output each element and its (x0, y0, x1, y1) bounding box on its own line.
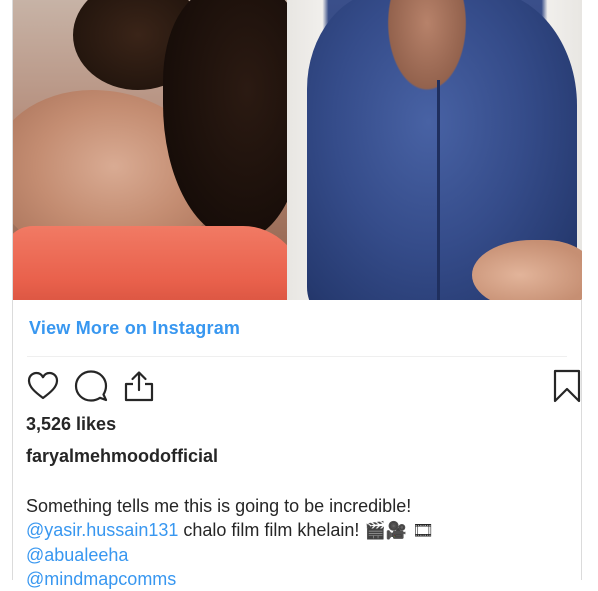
photo-right (287, 0, 582, 300)
heart-icon[interactable] (25, 368, 61, 404)
caption-line: @yasir.hussain131 chalo film film khelai… (26, 518, 566, 543)
caption-line: @abualeeha (26, 543, 566, 567)
likes-count[interactable]: 3,526 likes (26, 414, 116, 435)
post-username[interactable]: faryalmehmoodofficial (26, 446, 218, 467)
share-icon[interactable] (121, 368, 157, 404)
mention-link[interactable]: @yasir.hussain131 (26, 520, 178, 540)
comment-icon[interactable] (73, 368, 109, 404)
caption-line: Something tells me this is going to be i… (26, 496, 412, 516)
post-media[interactable] (13, 0, 582, 300)
bookmark-icon[interactable] (549, 368, 585, 404)
mention-link[interactable]: @mindmapcomms (26, 569, 176, 589)
instagram-embed: View More on Instagram 3,526 likes farya… (12, 0, 582, 589)
view-more-link[interactable]: View More on Instagram (29, 318, 240, 339)
photo-left (13, 0, 287, 300)
caption-line: @mindmapcomms (26, 567, 566, 591)
mention-link[interactable]: @abualeeha (26, 545, 128, 565)
emoji-group: 🎬🎥 🎞 (364, 521, 434, 541)
action-bar (25, 368, 581, 404)
divider (27, 356, 567, 357)
post-caption: Something tells me this is going to be i… (26, 494, 566, 591)
caption-text: chalo film film khelain! (178, 520, 365, 540)
